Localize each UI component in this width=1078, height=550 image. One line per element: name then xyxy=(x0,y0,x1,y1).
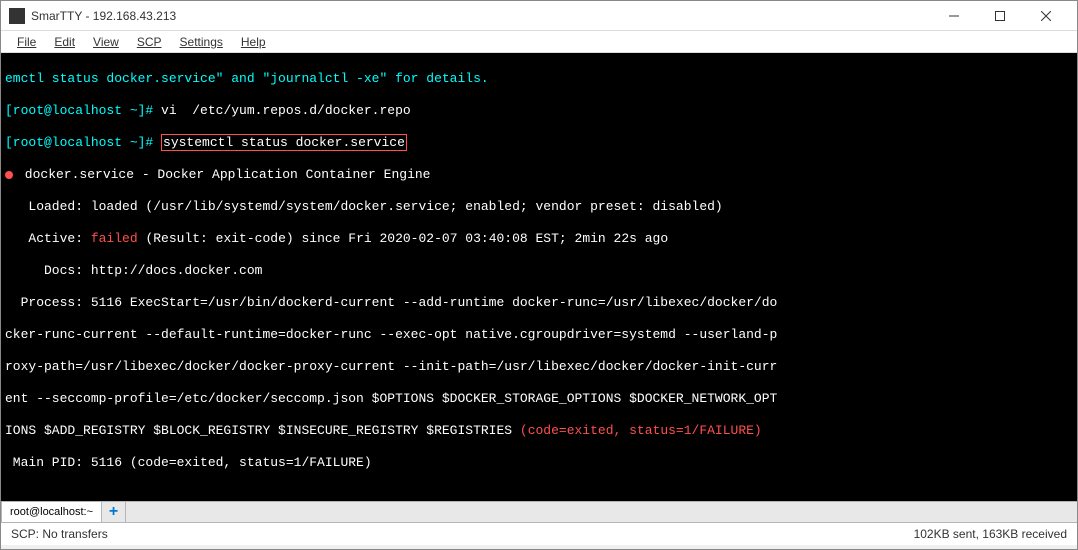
terminal-line: IONS $ADD_REGISTRY $BLOCK_REGISTRY $INSE… xyxy=(5,423,1073,439)
menu-file[interactable]: File xyxy=(17,35,36,49)
statusbar: SCP: No transfers 102KB sent, 163KB rece… xyxy=(1,523,1077,545)
add-tab-button[interactable]: + xyxy=(102,502,126,522)
terminal-line: docker.service - Docker Application Cont… xyxy=(5,167,1073,183)
plus-icon: + xyxy=(109,503,118,521)
session-tab-label: root@localhost:~ xyxy=(10,506,93,518)
terminal-line: Main PID: 5116 (code=exited, status=1/FA… xyxy=(5,455,1073,471)
maximize-button[interactable] xyxy=(977,1,1023,31)
menu-settings[interactable]: Settings xyxy=(180,35,223,49)
menu-help[interactable]: Help xyxy=(241,35,266,49)
menu-help-label: Help xyxy=(241,35,266,49)
menubar: File Edit View SCP Settings Help xyxy=(1,31,1077,53)
app-icon xyxy=(9,8,25,24)
terminal-line: cker-runc-current --default-runtime=dock… xyxy=(5,327,1073,343)
terminal[interactable]: emctl status docker.service" and "journa… xyxy=(1,53,1077,501)
status-traffic: 102KB sent, 163KB received xyxy=(914,527,1067,541)
menu-settings-label: Settings xyxy=(180,35,223,49)
session-tabs: root@localhost:~ + xyxy=(1,501,1077,523)
terminal-line: ent --seccomp-profile=/etc/docker/seccom… xyxy=(5,391,1073,407)
window-buttons xyxy=(931,1,1069,31)
session-tab[interactable]: root@localhost:~ xyxy=(1,502,102,522)
menu-view-label: View xyxy=(93,35,119,49)
status-transfers: SCP: No transfers xyxy=(11,527,108,541)
terminal-line: Active: failed (Result: exit-code) since… xyxy=(5,231,1073,247)
terminal-line: roxy-path=/usr/libexec/docker/docker-pro… xyxy=(5,359,1073,375)
menu-scp[interactable]: SCP xyxy=(137,35,162,49)
menu-view[interactable]: View xyxy=(93,35,119,49)
titlebar: SmarTTY - 192.168.43.213 xyxy=(1,1,1077,31)
close-button[interactable] xyxy=(1023,1,1069,31)
terminal-line: Docs: http://docs.docker.com xyxy=(5,263,1073,279)
minimize-button[interactable] xyxy=(931,1,977,31)
terminal-line: Loaded: loaded (/usr/lib/systemd/system/… xyxy=(5,199,1073,215)
terminal-line: [root@localhost ~]# vi /etc/yum.repos.d/… xyxy=(5,103,1073,119)
menu-edit-label: Edit xyxy=(54,35,75,49)
status-dot-icon xyxy=(5,171,13,179)
menu-file-label: File xyxy=(17,35,36,49)
window-title: SmarTTY - 192.168.43.213 xyxy=(31,9,931,23)
menu-edit[interactable]: Edit xyxy=(54,35,75,49)
terminal-line: [root@localhost ~]# systemctl status doc… xyxy=(5,135,1073,151)
terminal-line: Process: 5116 ExecStart=/usr/bin/dockerd… xyxy=(5,295,1073,311)
terminal-line: emctl status docker.service" and "journa… xyxy=(5,71,1073,87)
menu-scp-label: SCP xyxy=(137,35,162,49)
